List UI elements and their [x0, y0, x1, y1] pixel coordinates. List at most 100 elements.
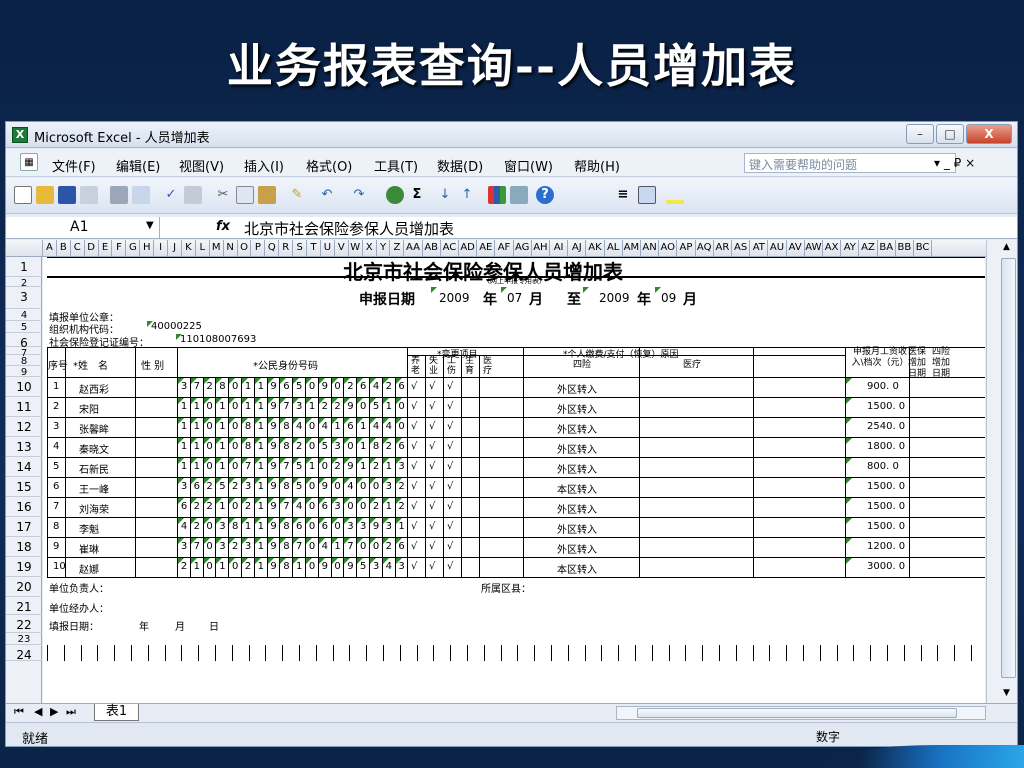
column-header-AE[interactable]: AE — [477, 240, 496, 257]
menu-tools[interactable]: 工具(T) — [374, 156, 418, 175]
row-header-3[interactable]: 3 — [6, 287, 42, 309]
cut-icon[interactable]: ✂ — [214, 186, 232, 204]
vertical-scrollbar[interactable]: ▲ ▼ — [986, 240, 1017, 703]
column-header-AM[interactable]: AM — [623, 240, 641, 257]
print-preview-icon[interactable] — [132, 186, 150, 204]
paste-icon[interactable] — [258, 186, 276, 204]
new-file-icon[interactable] — [14, 186, 32, 204]
row-header-9[interactable]: 9 — [6, 366, 42, 378]
tab-first-icon[interactable]: ⏮ — [14, 705, 24, 719]
column-header-H[interactable]: H — [140, 240, 155, 257]
tab-next-icon[interactable]: ▶ — [50, 705, 58, 718]
insert-function-icon[interactable]: fx — [216, 219, 230, 234]
column-header-J[interactable]: J — [168, 240, 182, 257]
column-header-U[interactable]: U — [321, 240, 335, 257]
column-header-AS[interactable]: AS — [732, 240, 751, 257]
row-header-23[interactable]: 23 — [6, 633, 42, 645]
column-header-BA[interactable]: BA — [878, 240, 896, 257]
column-header-N[interactable]: N — [224, 240, 238, 257]
column-header-AN[interactable]: AN — [641, 240, 660, 257]
column-header-C[interactable]: C — [71, 240, 85, 257]
row-header-17[interactable]: 17 — [6, 517, 42, 537]
corner-cell[interactable] — [6, 240, 43, 257]
row-header-8[interactable]: 8 — [6, 355, 42, 367]
column-header-AZ[interactable]: AZ — [859, 240, 878, 257]
horizontal-scroll-thumb[interactable] — [637, 708, 957, 718]
column-header-V[interactable]: V — [335, 240, 349, 257]
column-header-L[interactable]: L — [196, 240, 210, 257]
row-header-16[interactable]: 16 — [6, 497, 42, 517]
column-header-BB[interactable]: BB — [896, 240, 914, 257]
horizontal-scrollbar[interactable] — [616, 706, 986, 720]
column-header-AB[interactable]: AB — [423, 240, 441, 257]
row-header-24[interactable]: 24 — [6, 645, 42, 662]
column-header-AD[interactable]: AD — [459, 240, 478, 257]
close-button[interactable]: X — [966, 124, 1012, 144]
row-header-15[interactable]: 15 — [6, 477, 42, 497]
merge-center-icon[interactable] — [638, 186, 656, 204]
row-header-2[interactable]: 2 — [6, 277, 42, 289]
tab-prev-icon[interactable]: ◀ — [34, 705, 42, 718]
column-header-Z[interactable]: Z — [391, 240, 405, 257]
spelling-icon[interactable]: ✓ — [162, 186, 180, 204]
help-icon[interactable]: ? — [536, 186, 554, 204]
tab-last-icon[interactable]: ⏭ — [66, 705, 76, 719]
scroll-down-icon[interactable]: ▼ — [1003, 688, 1010, 698]
column-header-AJ[interactable]: AJ — [568, 240, 587, 257]
row-header-10[interactable]: 10 — [6, 377, 42, 397]
copy-icon[interactable] — [236, 186, 254, 204]
worksheet-grid[interactable]: 北京市社会保险参保人员增加表 （网上申报专用表） 申报日期 2009 年 07 月至 2009… — [43, 257, 985, 703]
minimize-button[interactable]: – — [906, 124, 934, 144]
row-header-11[interactable]: 11 — [6, 397, 42, 417]
chart-wizard-icon[interactable] — [488, 186, 506, 204]
column-header-AR[interactable]: AR — [714, 240, 732, 257]
column-header-AO[interactable]: AO — [659, 240, 678, 257]
column-header-W[interactable]: W — [349, 240, 363, 257]
menu-window[interactable]: 窗口(W) — [504, 156, 553, 175]
help-search-input[interactable]: 键入需要帮助的问题 — [744, 153, 956, 173]
sheet-tab[interactable]: 表1 — [94, 704, 139, 721]
column-header-O[interactable]: O — [238, 240, 252, 257]
fill-color-icon[interactable] — [666, 186, 684, 204]
permission-icon[interactable] — [80, 186, 98, 204]
row-header-19[interactable]: 19 — [6, 557, 42, 577]
column-header-AA[interactable]: AA — [404, 240, 423, 257]
column-header-AH[interactable]: AH — [532, 240, 550, 257]
menu-edit[interactable]: 编辑(E) — [116, 156, 160, 175]
row-header-20[interactable]: 20 — [6, 577, 42, 597]
menu-data[interactable]: 数据(D) — [437, 156, 483, 175]
redo-icon[interactable]: ↷ — [350, 186, 368, 204]
print-icon[interactable] — [110, 186, 128, 204]
column-header-AX[interactable]: AX — [823, 240, 842, 257]
autosum-icon[interactable]: Σ — [408, 186, 426, 204]
column-header-AI[interactable]: AI — [550, 240, 569, 257]
menu-insert[interactable]: 插入(I) — [244, 156, 284, 175]
column-header-I[interactable]: I — [154, 240, 169, 257]
document-window-controls[interactable]: ▾ _ ₽ × — [934, 156, 975, 170]
name-box-dropdown-icon[interactable]: ▼ — [146, 220, 154, 231]
save-icon[interactable] — [58, 186, 76, 204]
column-header-K[interactable]: K — [182, 240, 196, 257]
sort-descending-icon[interactable]: ↑ — [458, 186, 476, 204]
row-header-12[interactable]: 12 — [6, 417, 42, 437]
row-header-4[interactable]: 4 — [6, 309, 42, 321]
column-header-AL[interactable]: AL — [605, 240, 623, 257]
column-header-AG[interactable]: AG — [514, 240, 532, 257]
sort-ascending-icon[interactable]: ↓ — [436, 186, 454, 204]
column-header-AY[interactable]: AY — [841, 240, 860, 257]
row-header-1[interactable]: 1 — [6, 257, 42, 277]
column-header-B[interactable]: B — [57, 240, 71, 257]
row-header-7[interactable]: 7 — [6, 347, 42, 359]
column-header-X[interactable]: X — [363, 240, 377, 257]
column-header-AC[interactable]: AC — [441, 240, 459, 257]
column-header-R[interactable]: R — [279, 240, 294, 257]
name-box[interactable]: A1 — [10, 217, 160, 238]
column-header-AV[interactable]: AV — [787, 240, 805, 257]
column-header-AW[interactable]: AW — [805, 240, 823, 257]
column-header-D[interactable]: D — [85, 240, 99, 257]
menu-view[interactable]: 视图(V) — [179, 156, 224, 175]
column-header-AU[interactable]: AU — [768, 240, 787, 257]
column-header-AK[interactable]: AK — [586, 240, 605, 257]
align-left-icon[interactable]: ≡ — [614, 186, 632, 204]
column-header-BC[interactable]: BC — [914, 240, 933, 257]
